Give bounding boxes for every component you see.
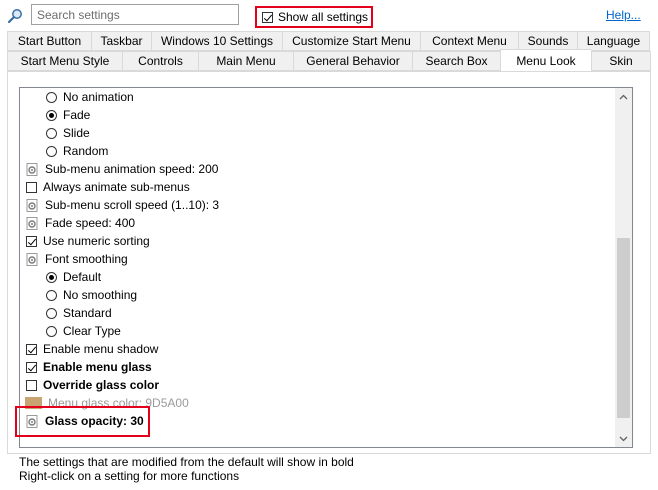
footer-note-right-click: Right-click on a setting for more functi…: [19, 469, 240, 483]
setting-sub-menu-scroll-speed[interactable]: Sub-menu scroll speed (1..10): 3: [26, 196, 219, 214]
checkbox[interactable]: [26, 361, 37, 373]
checkbox[interactable]: [26, 181, 37, 193]
checkbox[interactable]: [26, 343, 37, 355]
search-icon: [7, 9, 22, 24]
tab-sounds[interactable]: Sounds: [518, 31, 577, 51]
setting-label: Slide: [63, 126, 90, 140]
setting-use-numeric-sorting[interactable]: Use numeric sorting: [26, 232, 150, 250]
tab-taskbar[interactable]: Taskbar: [91, 31, 151, 51]
checkbox[interactable]: [26, 379, 37, 391]
setting-random[interactable]: Random: [46, 142, 108, 160]
scroll-thumb[interactable]: [617, 238, 630, 418]
setting-sub-menu-animation-speed[interactable]: Sub-menu animation speed: 200: [26, 160, 218, 178]
setting-label: Override glass color: [43, 378, 160, 392]
radio-button[interactable]: [46, 325, 57, 337]
setting-fade[interactable]: Fade: [46, 106, 90, 124]
tab-skin[interactable]: Skin: [591, 51, 651, 71]
tab-customize-start-menu[interactable]: Customize Start Menu: [282, 31, 420, 51]
tab-row-1: Start Button Taskbar Windows 10 Settings…: [7, 31, 650, 51]
setting-no-animation[interactable]: No animation: [46, 88, 134, 106]
radio-button[interactable]: [46, 91, 57, 103]
footer-note-bold: The settings that are modified from the …: [19, 455, 354, 469]
tab-controls[interactable]: Controls: [122, 51, 198, 71]
setting-label: No smoothing: [63, 288, 138, 302]
setting-label: Random: [63, 144, 109, 158]
setting-label: Font smoothing: [45, 252, 128, 266]
setting-label: Clear Type: [63, 324, 121, 338]
tab-row-2: Start Menu Style Controls Main Menu Gene…: [7, 49, 651, 71]
setting-smoothing-default[interactable]: Default: [46, 268, 101, 286]
tab-windows-10-settings[interactable]: Windows 10 Settings: [151, 31, 282, 51]
setting-slide[interactable]: Slide: [46, 124, 90, 142]
scroll-up-button[interactable]: [615, 88, 632, 105]
search-field[interactable]: [31, 4, 239, 25]
tab-start-menu-style[interactable]: Start Menu Style: [7, 51, 122, 71]
tab-menu-look[interactable]: Menu Look: [500, 49, 591, 71]
radio-button[interactable]: [46, 145, 57, 157]
setting-label: Sub-menu scroll speed (1..10): 3: [45, 198, 220, 212]
checkbox[interactable]: [26, 235, 37, 247]
settings-list: No animation Fade Slide Random Sub-menu …: [19, 87, 633, 448]
setting-label: Fade speed: 400: [45, 216, 136, 230]
setting-font-smoothing[interactable]: Font smoothing: [26, 250, 128, 268]
setting-label: Standard: [63, 306, 112, 320]
radio-button[interactable]: [46, 109, 57, 121]
tab-search-box[interactable]: Search Box: [412, 51, 500, 71]
glass-opacity-highlight: [15, 406, 150, 437]
search-input[interactable]: [32, 5, 238, 24]
tab-main-menu[interactable]: Main Menu: [198, 51, 293, 71]
setting-always-animate-sub-menus[interactable]: Always animate sub-menus: [26, 178, 190, 196]
setting-label: Sub-menu animation speed: 200: [45, 162, 219, 176]
setting-override-glass-color[interactable]: Override glass color: [26, 376, 159, 394]
chevron-up-icon: [619, 94, 628, 99]
radio-button[interactable]: [46, 307, 57, 319]
setting-clear-type[interactable]: Clear Type: [46, 322, 121, 340]
setting-label: Always animate sub-menus: [43, 180, 190, 194]
tab-start-button[interactable]: Start Button: [7, 31, 91, 51]
setting-label: Enable menu shadow: [43, 342, 159, 356]
show-all-settings-toggle[interactable]: Show all settings: [255, 6, 373, 28]
tab-context-menu[interactable]: Context Menu: [420, 31, 518, 51]
vertical-scrollbar[interactable]: [615, 88, 632, 447]
gear-icon: [26, 252, 38, 266]
show-all-settings-checkbox[interactable]: [262, 11, 273, 23]
help-link[interactable]: Help...: [606, 8, 641, 22]
chevron-down-icon: [619, 436, 628, 441]
setting-label: Default: [63, 270, 102, 284]
setting-label: No animation: [63, 90, 134, 104]
scroll-down-button[interactable]: [615, 430, 632, 447]
setting-label: Fade: [63, 108, 91, 122]
gear-icon: [26, 198, 38, 212]
setting-label: Enable menu glass: [43, 360, 152, 374]
radio-button[interactable]: [46, 127, 57, 139]
setting-standard[interactable]: Standard: [46, 304, 112, 322]
setting-fade-speed[interactable]: Fade speed: 400: [26, 214, 135, 232]
setting-no-smoothing[interactable]: No smoothing: [46, 286, 137, 304]
show-all-settings-label: Show all settings: [278, 10, 369, 24]
tab-general-behavior[interactable]: General Behavior: [293, 51, 412, 71]
radio-button[interactable]: [46, 289, 57, 301]
setting-enable-menu-shadow[interactable]: Enable menu shadow: [26, 340, 158, 358]
setting-label: Use numeric sorting: [43, 234, 150, 248]
radio-button[interactable]: [46, 271, 57, 283]
gear-icon: [26, 162, 38, 176]
setting-enable-menu-glass[interactable]: Enable menu glass: [26, 358, 152, 376]
tab-language[interactable]: Language: [577, 31, 650, 51]
gear-icon: [26, 216, 38, 230]
